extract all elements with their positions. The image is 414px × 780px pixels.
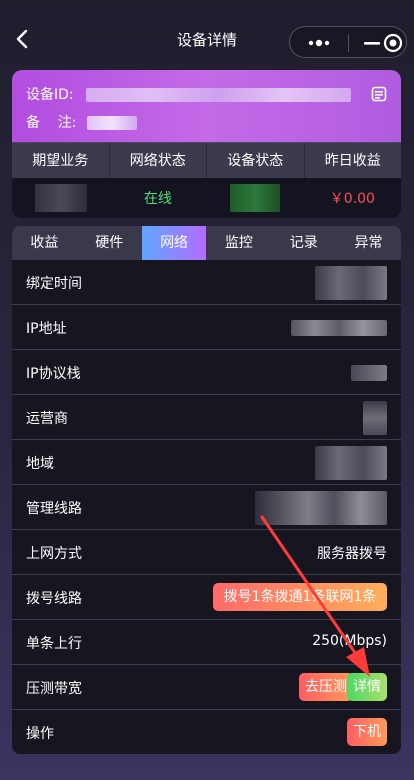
ip-label: IP地址 (26, 321, 67, 337)
stress-bandwidth-label: 压测带宽 (26, 681, 82, 697)
network-info-list: 绑定时间 IP地址 IP协议栈 运营商 地域 管理线路 上网方式 服务器拨号 拨… (12, 260, 401, 754)
operation-label: 操作 (26, 726, 54, 742)
stress-test-button[interactable]: 去压测 (299, 673, 353, 701)
list-item-uplink: 单条上行 250(Mbps) (12, 620, 401, 665)
tab-network[interactable]: 网络 (141, 226, 207, 260)
more-dots-icon[interactable] (300, 33, 338, 53)
capsule-divider (348, 34, 349, 52)
carrier-masked (363, 401, 387, 435)
tab-monitor[interactable]: 监控 (206, 226, 271, 260)
col-device-status: 设备状态 (207, 143, 305, 178)
list-item-region: 地域 (12, 440, 401, 485)
list-item-stress-bandwidth: 压测带宽 去压测 详情 (12, 665, 401, 710)
list-item-dial-line: 拨号线路 拨号1条拨通1条联网1条 (12, 575, 401, 620)
list-item-access-mode: 上网方式 服务器拨号 (12, 530, 401, 575)
tab-records[interactable]: 记录 (271, 226, 336, 260)
ip-masked (291, 320, 387, 336)
device-note-row: 备 注: (26, 112, 137, 132)
tab-hardware[interactable]: 硬件 (77, 226, 142, 260)
device-id-label: 设备ID: (26, 87, 74, 103)
detail-tabs: 收益 硬件 网络 监控 记录 异常 (12, 226, 401, 260)
document-icon[interactable] (371, 86, 387, 102)
expected-business-value (12, 178, 109, 218)
list-item-operation: 操作 下机 (12, 710, 401, 754)
device-note-label: 备 注: (26, 115, 77, 131)
device-id-masked (86, 88, 352, 102)
mgmt-line-label: 管理线路 (26, 501, 82, 517)
offline-button[interactable]: 下机 (347, 718, 387, 746)
tab-income[interactable]: 收益 (12, 226, 77, 260)
list-item-carrier: 运营商 (12, 395, 401, 440)
minimize-icon[interactable] (362, 33, 382, 53)
dial-line-label: 拨号线路 (26, 591, 82, 607)
list-item-ip: IP地址 (12, 305, 401, 350)
ip-stack-masked (351, 365, 387, 381)
dial-line-badge[interactable]: 拨号1条拨通1条联网1条 (213, 583, 387, 611)
tab-exceptions[interactable]: 异常 (336, 226, 401, 260)
col-network-status: 网络状态 (110, 143, 207, 178)
stats-header: 期望业务 网络状态 设备状态 昨日收益 (12, 142, 401, 178)
detail-button[interactable]: 详情 (347, 673, 387, 701)
list-item-ip-stack: IP协议栈 (12, 350, 401, 395)
uplink-label: 单条上行 (26, 636, 82, 652)
top-bar: 设备详情 (0, 0, 414, 80)
device-note-masked (86, 116, 137, 130)
bind-time-masked (315, 266, 387, 300)
device-card: 设备ID: 备 注: 期望业务 网络状态 设备状态 昨日收益 在线 ￥0.00 (12, 70, 401, 218)
yesterday-income-value: ￥0.00 (329, 191, 375, 207)
device-status-value (207, 178, 304, 218)
ip-stack-label: IP协议栈 (26, 366, 81, 382)
masked-device-status (230, 184, 281, 212)
masked-business (34, 184, 87, 212)
network-status-value: 在线 (143, 191, 172, 207)
mini-program-capsule (289, 26, 407, 58)
carrier-label: 运营商 (26, 411, 68, 427)
stats-values: 在线 ￥0.00 (12, 178, 401, 218)
region-label: 地域 (26, 456, 54, 472)
list-item-bind-time: 绑定时间 (12, 260, 401, 305)
list-item-mgmt-line: 管理线路 (12, 485, 401, 530)
uplink-value: 250(Mbps) (312, 633, 387, 649)
bind-time-label: 绑定时间 (26, 276, 82, 292)
device-info-header: 设备ID: 备 注: (12, 70, 401, 142)
mgmt-line-masked (255, 491, 387, 525)
target-icon[interactable] (382, 32, 404, 54)
access-mode-label: 上网方式 (26, 546, 82, 562)
access-mode-value: 服务器拨号 (317, 546, 387, 562)
col-yesterday-income: 昨日收益 (324, 153, 381, 169)
region-masked (315, 446, 387, 480)
col-expected-business: 期望业务 (12, 143, 110, 178)
device-id-row: 设备ID: (26, 84, 352, 104)
